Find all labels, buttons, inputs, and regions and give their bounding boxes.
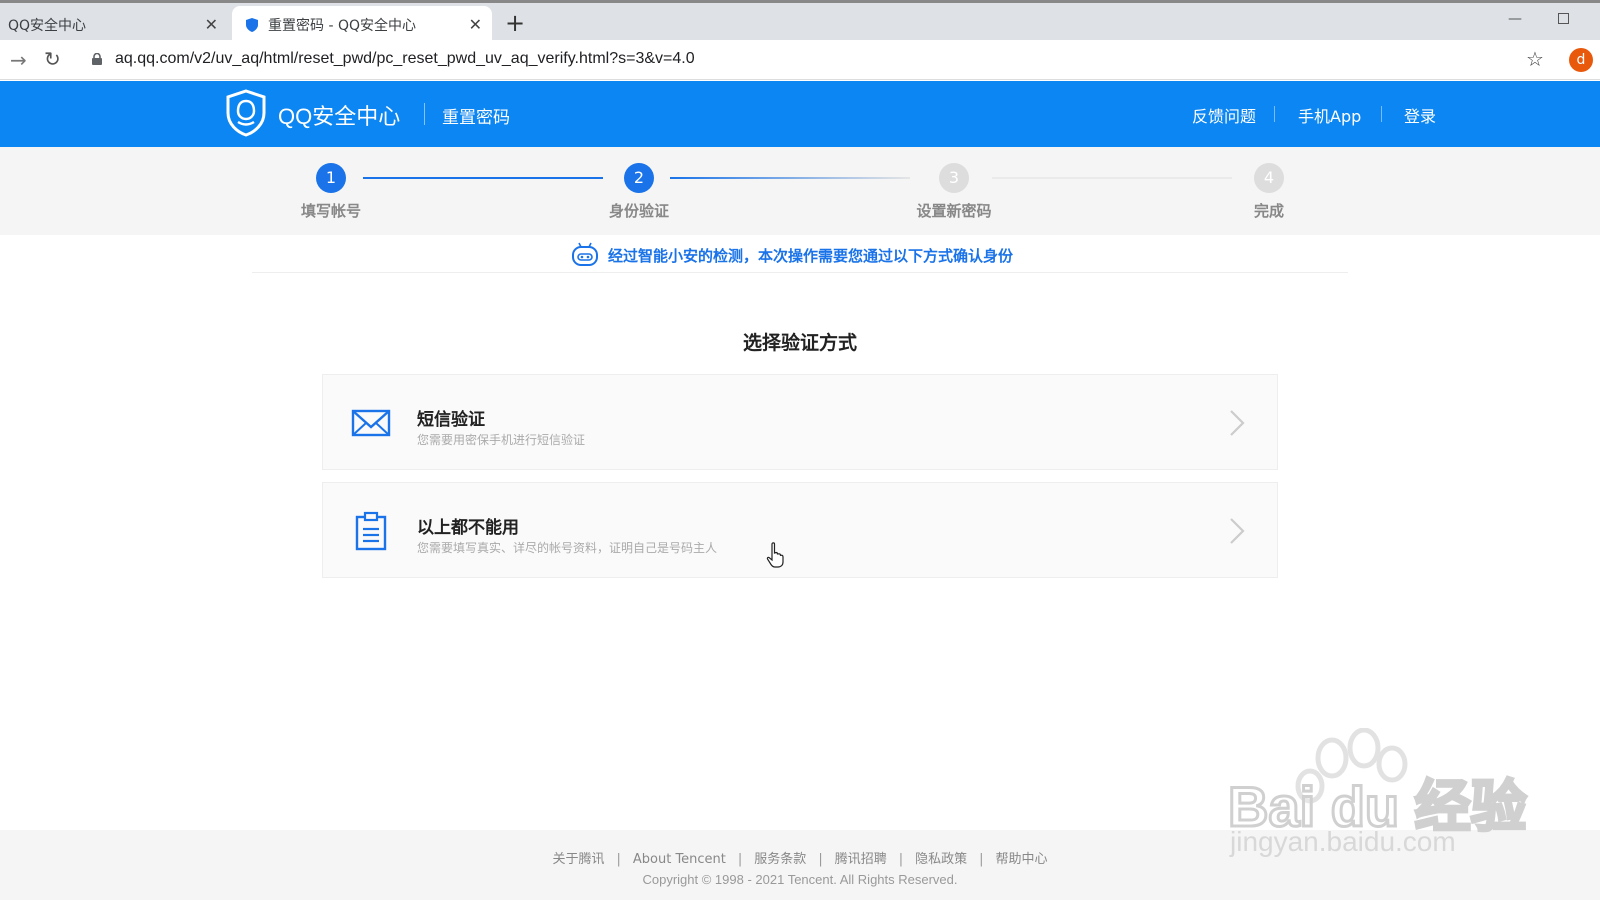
footer-link-help[interactable]: 帮助中心 [996,852,1048,867]
section-title: 选择验证方式 [742,332,857,354]
clipboard-icon [355,511,387,551]
close-icon[interactable]: ✕ [469,15,482,34]
step-2-circle: 2 [624,163,654,193]
new-tab-button[interactable]: + [505,11,525,35]
none-available-option[interactable]: 以上都不能用 您需要填写真实、详尽的帐号资料，证明自己是号码主人 [322,482,1278,578]
nav-mobile-app-link[interactable]: 手机App [1298,103,1361,127]
close-icon[interactable]: ✕ [205,15,218,34]
bookmark-star-icon[interactable]: ☆ [1526,47,1544,71]
header-divider [424,103,425,125]
browser-tab-qq-security[interactable]: QQ安全中心 ✕ [0,6,228,43]
hand-cursor-icon [766,542,784,568]
nav-separator [1274,106,1275,122]
qq-security-logo-icon[interactable] [224,89,268,137]
url-input[interactable]: aq.qq.com/v2/uv_aq/html/reset_pwd/pc_res… [115,50,695,68]
notice-text: 经过智能小安的检测，本次操作需要您通过以下方式确认身份 [608,246,1014,265]
step-connector [992,177,1232,179]
footer-link-about-tencent-cn[interactable]: 关于腾讯 [552,852,604,867]
option-description: 您需要用密保手机进行短信验证 [417,433,586,447]
option-description: 您需要填写真实、详尽的帐号资料，证明自己是号码主人 [417,541,718,555]
nav-separator [1381,106,1382,122]
sms-verification-option[interactable]: 短信验证 您需要用密保手机进行短信验证 [322,374,1278,470]
option-title: 短信验证 [417,410,485,430]
restore-icon[interactable] [1558,13,1569,24]
profile-avatar[interactable]: d [1569,48,1593,72]
nav-feedback-link[interactable]: 反馈问题 [1192,103,1256,127]
step-1-label: 填写帐号 [300,202,361,220]
step-3-circle: 3 [939,163,969,193]
tab-title: 重置密码 - QQ安全中心 [268,17,416,34]
footer-link-privacy[interactable]: 隐私政策 [915,852,967,867]
option-title: 以上都不能用 [417,518,519,538]
brand-title[interactable]: QQ安全中心 [278,99,400,131]
step-connector [670,177,910,179]
chevron-right-icon [1230,518,1245,544]
nav-login-link[interactable]: 登录 [1404,103,1436,127]
step-3-label: 设置新密码 [916,202,992,220]
step-connector [363,177,603,179]
step-1-circle: 1 [316,163,346,193]
envelope-icon [351,409,391,437]
step-4-label: 完成 [1253,202,1284,220]
browser-tab-bar: QQ安全中心 ✕ 重置密码 - QQ安全中心 ✕ + — [0,0,1600,43]
back-arrow-icon[interactable]: → [10,48,27,72]
security-notice: 经过智能小安的检测，本次操作需要您通过以下方式确认身份 [570,240,1013,270]
lock-icon[interactable] [92,53,102,65]
divider [252,272,1348,273]
chevron-right-icon [1230,410,1245,436]
copyright-text: Copyright © 1998 - 2021 Tencent. All Rig… [642,872,958,887]
reload-icon[interactable]: ↻ [44,47,61,71]
step-2-label: 身份验证 [608,202,669,220]
page-subtitle: 重置密码 [442,108,510,128]
tab-title: QQ安全中心 [8,17,87,34]
footer-link-about-tencent[interactable]: About Tencent [633,852,726,867]
progress-steps: 1 填写帐号 2 身份验证 3 设置新密码 4 完成 [0,147,1600,235]
step-4-circle: 4 [1254,163,1284,193]
browser-tab-reset-password[interactable]: 重置密码 - QQ安全中心 ✕ [232,6,492,43]
shield-icon [246,17,258,32]
address-bar: → ↻ aq.qq.com/v2/uv_aq/html/reset_pwd/pc… [0,40,1600,80]
robot-assistant-icon [572,242,598,266]
site-header: QQ安全中心 重置密码 反馈问题 手机App 登录 [0,81,1600,147]
watermark-site: jingyan.baidu.com [1230,826,1456,857]
footer-link-terms[interactable]: 服务条款 [754,852,806,867]
footer-link-careers[interactable]: 腾讯招聘 [835,852,887,867]
minimize-icon[interactable]: — [1508,11,1522,27]
